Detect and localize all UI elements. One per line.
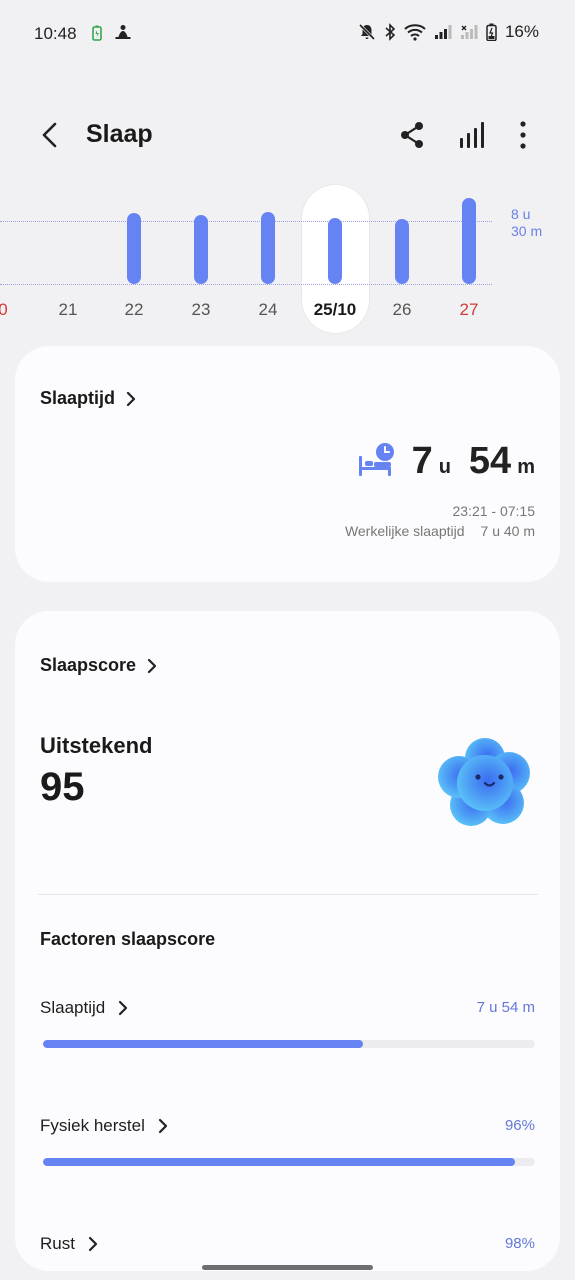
reference-line-top — [0, 221, 492, 222]
factor-name: Fysiek herstel — [40, 1116, 145, 1135]
duration-hours: 7 — [411, 440, 433, 482]
sleeptime-card[interactable]: Slaaptijd 7 u 54 m 23:21 - 07:15 Werkeli… — [15, 346, 560, 582]
status-time: 10:48 — [34, 24, 77, 43]
sleepscore-heading[interactable]: Slaapscore — [40, 655, 158, 676]
day-label-26[interactable]: 26 — [377, 300, 427, 320]
day-bar-22[interactable] — [127, 213, 141, 284]
day-bar-26[interactable] — [395, 218, 409, 284]
smiling-cloud-mascot-icon — [438, 738, 530, 826]
bar-chart-icon[interactable] — [457, 120, 487, 150]
battery-saver-icon — [92, 25, 102, 41]
app-header: Slaap — [0, 108, 575, 162]
daily-sleep-chart: 8 u 30 m 0 21 22 23 24 25/10 26 27 — [0, 180, 575, 340]
day-bar-25-10[interactable] — [328, 217, 342, 284]
day-bar-23[interactable] — [194, 215, 208, 284]
factors-title: Factoren slaapscore — [40, 929, 216, 949]
factor-name-row: Rust — [40, 1234, 99, 1254]
reference-line-label: 8 u 30 m — [511, 206, 543, 239]
sleepscore-heading-label: Slaapscore — [40, 655, 137, 675]
factor-name: Slaaptijd — [40, 998, 106, 1017]
factor-row-sleeptime[interactable]: Slaaptijd 7 u 54 m — [40, 998, 535, 1058]
day-bar-24[interactable] — [261, 212, 275, 284]
more-options-icon[interactable] — [512, 120, 534, 150]
signal-2-icon — [460, 25, 478, 39]
reference-line-bottom — [0, 284, 492, 285]
chevron-right-icon — [126, 391, 136, 406]
home-indicator[interactable] — [202, 1265, 373, 1270]
status-right-icons: 16% — [358, 22, 539, 42]
factor-row-rest[interactable]: Rust 98% — [40, 1234, 535, 1280]
day-label-22[interactable]: 22 — [109, 300, 159, 320]
factor-progress-track — [43, 1158, 535, 1166]
sleeptime-heading-label: Slaaptijd — [40, 388, 116, 408]
duration-hours-unit: u — [438, 456, 451, 478]
total-sleep-duration: 7 u 54 m — [412, 440, 535, 483]
factor-name-row: Fysiek herstel — [40, 1116, 169, 1136]
bluetooth-icon — [385, 23, 396, 41]
section-divider — [38, 894, 538, 895]
actual-sleep-value: 7 u 40 m — [480, 523, 535, 539]
bed-clock-icon — [359, 443, 394, 476]
back-icon[interactable] — [36, 120, 66, 150]
status-bar: 10:48 16% — [0, 0, 575, 68]
battery-percent: 16% — [504, 22, 539, 41]
factor-row-physical-recovery[interactable]: Fysiek herstel 96% — [40, 1116, 535, 1176]
score-rating: Uitstekend — [40, 733, 153, 758]
mute-icon — [358, 23, 376, 41]
day-label-23[interactable]: 23 — [176, 300, 226, 320]
factor-value: 96% — [504, 1117, 535, 1134]
chevron-right-icon — [119, 1000, 128, 1016]
factor-progress-track — [43, 1040, 535, 1048]
factor-progress-fill — [43, 1158, 516, 1166]
day-label-0[interactable]: 0 — [0, 300, 28, 320]
signal-icon — [434, 25, 452, 39]
sleeptime-heading[interactable]: Slaaptijd — [40, 388, 137, 409]
day-label-27[interactable]: 27 — [444, 300, 494, 320]
day-label-21[interactable]: 21 — [43, 300, 93, 320]
day-bar-27[interactable] — [462, 197, 476, 284]
status-left-icons — [92, 24, 132, 42]
factor-value: 7 u 54 m — [476, 999, 535, 1016]
sleepscore-card[interactable]: Slaapscore Uitstekend 95 Factoren slaaps… — [15, 611, 560, 1271]
battery-icon — [486, 23, 497, 41]
meditation-icon — [115, 25, 131, 39]
factor-progress-fill — [43, 1040, 363, 1048]
chevron-right-icon — [88, 1236, 98, 1252]
share-icon[interactable] — [397, 120, 427, 150]
chevron-right-icon — [158, 1118, 167, 1134]
score-value: 95 — [40, 765, 85, 809]
factor-name: Rust — [40, 1234, 75, 1253]
actual-sleep-label: Werkelijke slaaptijd — [344, 523, 465, 539]
wifi-icon — [404, 24, 426, 41]
chevron-right-icon — [147, 658, 157, 673]
day-label-25-10[interactable]: 25/10 — [310, 300, 360, 320]
duration-minutes: 54 — [468, 440, 512, 482]
day-label-24[interactable]: 24 — [243, 300, 293, 320]
page-title: Slaap — [86, 120, 153, 148]
factor-value: 98% — [504, 1235, 535, 1252]
factor-name-row: Slaaptijd — [40, 998, 129, 1018]
actual-sleep-row: Werkelijke slaaptijd 7 u 40 m — [345, 523, 535, 539]
duration-minutes-unit: m — [517, 456, 535, 478]
sleep-time-range: 23:21 - 07:15 — [452, 503, 535, 519]
